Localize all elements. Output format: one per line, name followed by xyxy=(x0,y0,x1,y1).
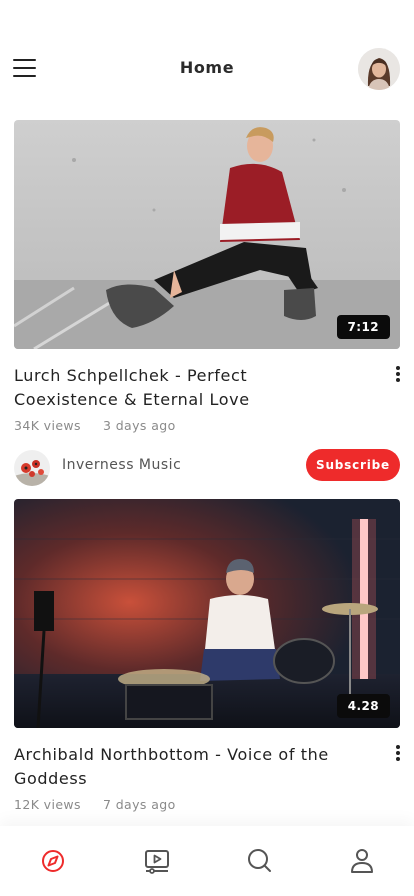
more-options-icon[interactable] xyxy=(390,741,406,765)
video-title[interactable]: Archibald Northbottom - Voice of the God… xyxy=(14,743,344,791)
video-meta: 12K views 7 days ago xyxy=(14,797,176,812)
video-title[interactable]: Lurch Schpellchek - Perfect Coexistence … xyxy=(14,364,344,412)
video-thumbnail[interactable]: 4.28 xyxy=(14,499,400,728)
channel-row: Inverness Music Subscribe xyxy=(14,448,400,486)
more-options-icon[interactable] xyxy=(390,362,406,386)
search-icon xyxy=(248,849,271,872)
view-count: 12K views xyxy=(14,797,81,812)
upload-time: 7 days ago xyxy=(102,797,176,812)
tab-profile[interactable] xyxy=(345,844,379,878)
tab-explore[interactable] xyxy=(36,844,70,878)
top-bar: Home xyxy=(0,0,414,120)
upload-time: 3 days ago xyxy=(102,418,176,433)
compass-icon xyxy=(42,850,64,872)
tab-search[interactable] xyxy=(243,844,277,878)
video-player-icon xyxy=(145,850,169,874)
channel-name[interactable]: Inverness Music xyxy=(62,457,181,473)
video-meta: 34K views 3 days ago xyxy=(14,418,176,433)
user-icon xyxy=(351,849,373,873)
video-thumbnail[interactable]: 7:12 xyxy=(14,120,400,349)
page-title: Home xyxy=(179,58,235,77)
subscribe-button[interactable]: Subscribe xyxy=(306,449,400,481)
video-duration: 7:12 xyxy=(336,315,390,339)
video-duration: 4.28 xyxy=(336,694,390,718)
bottom-tab-bar xyxy=(0,826,414,896)
tab-subscriptions[interactable] xyxy=(140,844,174,878)
view-count: 34K views xyxy=(14,418,81,433)
channel-avatar[interactable] xyxy=(14,450,50,486)
user-avatar[interactable] xyxy=(358,48,400,90)
